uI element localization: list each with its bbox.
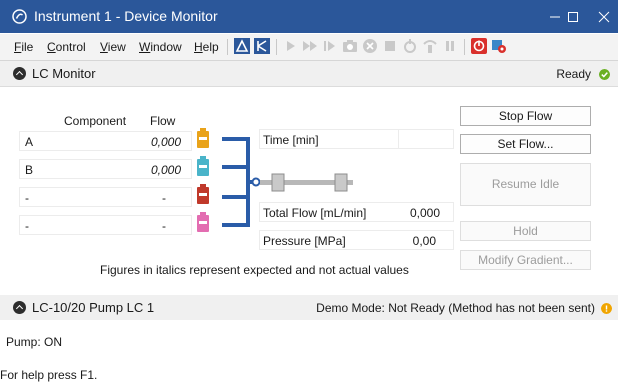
menu-view[interactable]: View bbox=[100, 40, 126, 54]
set-flow-button[interactable]: Set Flow... bbox=[460, 134, 591, 154]
total-flow-row: Total Flow [mL/min] 0,000 bbox=[259, 202, 454, 222]
ready-check-icon bbox=[599, 69, 610, 80]
stop-circle-icon[interactable] bbox=[362, 38, 378, 54]
batch-icon[interactable] bbox=[254, 38, 270, 54]
resume-idle-button[interactable]: Resume Idle bbox=[460, 163, 591, 206]
pump-panel: Pump: ON For help press F1. bbox=[0, 320, 618, 382]
title-bar: Instrument 1 - Device Monitor bbox=[0, 0, 618, 33]
component-name: A bbox=[25, 135, 34, 149]
time-row: Time [min] bbox=[259, 129, 454, 149]
pump-state: Pump: ON bbox=[6, 335, 63, 349]
toolbar-separator bbox=[276, 39, 277, 55]
bottle-icon bbox=[197, 212, 209, 232]
component-flow: 0,000 bbox=[150, 163, 181, 177]
lc-monitor-status: Ready bbox=[556, 67, 591, 81]
component-row: A 0,000 bbox=[19, 131, 192, 151]
italics-note: Figures in italics represent expected an… bbox=[100, 263, 409, 277]
close-icon bbox=[598, 11, 609, 22]
lc-monitor-panel: Component Flow A 0,000 B 0,000 - - - - T… bbox=[0, 87, 618, 294]
lc-monitor-header[interactable]: LC Monitor Ready bbox=[0, 61, 618, 87]
acquisition-icon[interactable] bbox=[234, 38, 250, 54]
menu-control[interactable]: Control bbox=[47, 40, 86, 54]
pump-icon[interactable] bbox=[402, 38, 418, 54]
maximize-button[interactable] bbox=[553, 0, 593, 33]
flow-header: Flow bbox=[150, 114, 176, 128]
component-row: - - bbox=[19, 215, 192, 235]
pump-title: LC-10/20 Pump LC 1 bbox=[32, 300, 155, 315]
window-title: Instrument 1 - Device Monitor bbox=[34, 8, 218, 24]
emergency-stop-icon[interactable] bbox=[471, 38, 487, 54]
bottle-icon bbox=[197, 156, 209, 176]
hold-button[interactable]: Hold bbox=[460, 221, 591, 241]
component-row: B 0,000 bbox=[19, 159, 192, 179]
pressure-label: Pressure [MPa] bbox=[263, 234, 346, 248]
collapse-icon[interactable] bbox=[13, 301, 26, 314]
pause-icon[interactable] bbox=[442, 38, 458, 54]
stop-flow-button[interactable]: Stop Flow bbox=[460, 106, 591, 126]
collapse-icon[interactable] bbox=[13, 67, 26, 80]
cell-divider bbox=[398, 129, 399, 149]
lc-monitor-title: LC Monitor bbox=[32, 66, 96, 81]
component-flow: - bbox=[162, 219, 166, 233]
run-icon[interactable] bbox=[283, 38, 299, 54]
component-flow: - bbox=[162, 191, 166, 205]
step-icon[interactable] bbox=[322, 38, 338, 54]
component-flow: 0,000 bbox=[150, 135, 181, 149]
toolbar-separator bbox=[464, 39, 465, 55]
snapshot-icon[interactable] bbox=[342, 38, 358, 54]
close-button[interactable] bbox=[589, 0, 618, 33]
fast-forward-icon[interactable] bbox=[302, 38, 318, 54]
bottle-icon bbox=[197, 128, 209, 148]
maximize-icon bbox=[568, 11, 578, 22]
stop-icon[interactable] bbox=[382, 38, 398, 54]
pressure-value: 0,00 bbox=[412, 234, 436, 248]
component-name: - bbox=[25, 219, 29, 233]
menu-file[interactable]: File bbox=[14, 40, 33, 54]
toolbar-separator bbox=[227, 39, 228, 55]
warning-status-icon bbox=[601, 303, 612, 314]
app-icon bbox=[12, 9, 27, 24]
component-row: - - bbox=[19, 187, 192, 207]
total-flow-label: Total Flow [mL/min] bbox=[263, 206, 367, 220]
menu-window[interactable]: Window bbox=[139, 40, 182, 54]
bottle-icon bbox=[197, 184, 209, 204]
total-flow-value: 0,000 bbox=[409, 206, 440, 220]
menu-bar: File Control View Window Help bbox=[0, 34, 618, 61]
device-settings-icon[interactable] bbox=[491, 38, 507, 54]
valve-icon[interactable] bbox=[422, 38, 438, 54]
pressure-row: Pressure [MPa] 0,00 bbox=[259, 230, 454, 250]
time-label: Time [min] bbox=[263, 133, 319, 147]
modify-gradient-button[interactable]: Modify Gradient... bbox=[460, 250, 591, 270]
pump-status: Demo Mode: Not Ready (Method has not bee… bbox=[316, 301, 595, 315]
menu-help[interactable]: Help bbox=[194, 40, 219, 54]
component-header: Component bbox=[64, 114, 127, 128]
component-name: B bbox=[25, 163, 34, 177]
status-bar-help: For help press F1. bbox=[0, 368, 98, 382]
component-name: - bbox=[25, 191, 29, 205]
pump-header[interactable]: LC-10/20 Pump LC 1 Demo Mode: Not Ready … bbox=[0, 295, 618, 321]
